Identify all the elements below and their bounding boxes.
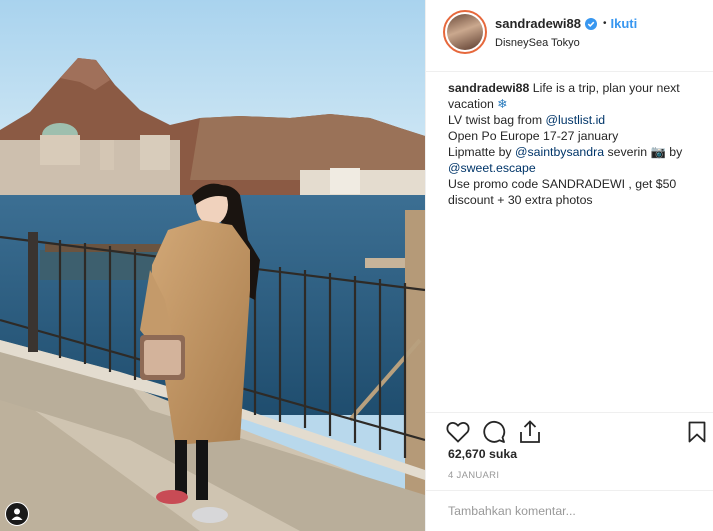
mention-saintbysandra[interactable]: @saintbysandra xyxy=(515,145,604,159)
caption-text: vacation xyxy=(448,97,498,111)
location-link[interactable]: DisneySea Tokyo xyxy=(495,37,637,49)
heart-icon[interactable] xyxy=(445,419,471,445)
caption-text: Lipmatte by xyxy=(448,145,515,159)
post-caption: sandradewi88 Life is a trip, plan your n… xyxy=(426,72,713,208)
caption-text: Life is a trip, plan your next xyxy=(529,81,680,95)
comment-input[interactable] xyxy=(448,504,678,518)
username-link[interactable]: sandradewi88 xyxy=(495,16,581,31)
name-row: sandradewi88 • Ikuti xyxy=(495,16,637,31)
share-icon[interactable] xyxy=(517,419,543,445)
photo-scene xyxy=(0,0,425,531)
follow-button[interactable]: Ikuti xyxy=(611,16,638,31)
mention-sweet-escape[interactable]: @sweet.escape xyxy=(448,161,536,175)
caption-line-5: Lipmatte by @saintbysandra severin 📷 by xyxy=(448,144,705,160)
caption-line-4: Open Po Europe 17-27 january xyxy=(448,129,619,143)
caption-text: severin xyxy=(604,145,651,159)
action-bar xyxy=(426,412,713,452)
caption-username[interactable]: sandradewi88 xyxy=(448,81,529,95)
snowflake-emoji: ❄ xyxy=(497,97,508,111)
caption-line-2: vacation ❄ xyxy=(448,96,705,112)
post-photo[interactable] xyxy=(0,0,425,531)
camera-emoji: 📷 xyxy=(650,145,666,159)
avatar-ring[interactable] xyxy=(443,10,487,54)
header-text: sandradewi88 • Ikuti DisneySea Tokyo xyxy=(495,16,637,49)
post-header: sandradewi88 • Ikuti DisneySea Tokyo xyxy=(426,0,713,72)
tagged-user-icon[interactable] xyxy=(5,502,29,526)
comment-box xyxy=(426,490,713,531)
post-side-panel: sandradewi88 • Ikuti DisneySea Tokyo san… xyxy=(425,0,713,531)
caption-line-6: @sweet.escape xyxy=(448,160,705,176)
comment-icon[interactable] xyxy=(481,419,507,445)
profile-icon xyxy=(11,508,23,520)
bookmark-icon[interactable] xyxy=(684,419,710,445)
avatar[interactable] xyxy=(447,14,483,50)
caption-line-3: LV twist bag from @lustlist.id xyxy=(448,112,705,128)
likes-count[interactable]: 62,670 suka xyxy=(448,447,517,461)
post-date[interactable]: 4 JANUARI xyxy=(448,470,499,481)
separator-dot: • xyxy=(603,18,607,29)
caption-text: by xyxy=(665,145,683,159)
caption-text: LV twist bag from xyxy=(448,113,546,127)
caption-line-7: Use promo code SANDRADEWI , get $50 xyxy=(448,177,677,191)
mention-lustlist[interactable]: @lustlist.id xyxy=(546,113,606,127)
caption-line-8: discount + 30 extra photos xyxy=(448,193,593,207)
caption-line-1: sandradewi88 Life is a trip, plan your n… xyxy=(448,80,705,96)
verified-badge-icon xyxy=(585,17,597,30)
